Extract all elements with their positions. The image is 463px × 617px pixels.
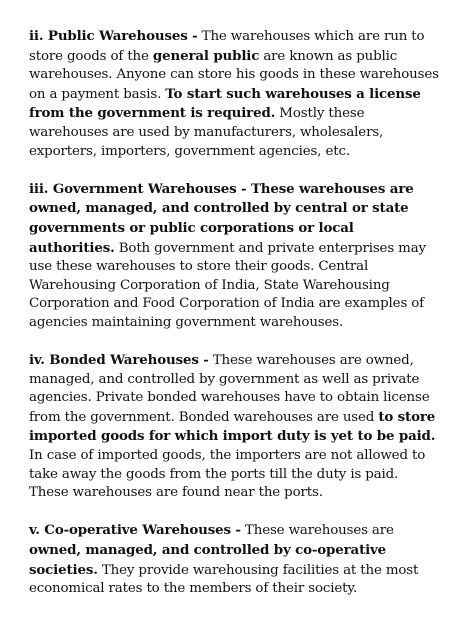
heading-cooperative-warehouses: v. Co-operative Warehouses - — [29, 522, 241, 539]
paragraph-bonded-warehouses: iv. Bonded Warehouses - These warehouses… — [29, 351, 439, 503]
bold-span: general public — [152, 47, 260, 64]
paragraph-government-warehouses: iii. Government Warehouses - These wareh… — [29, 180, 439, 333]
paragraph-cooperative-warehouses: v. Co-operative Warehouses - These wareh… — [29, 521, 439, 598]
heading-public-warehouses: ii. Public Warehouses - — [29, 28, 198, 44]
paragraph-public-warehouses: ii. Public Warehouses - The warehouses w… — [29, 27, 439, 161]
text-span: These warehouses are — [240, 523, 394, 539]
heading-bonded-warehouses: iv. Bonded Warehouses - — [29, 352, 209, 369]
document-body: ii. Public Warehouses - The warehouses w… — [29, 27, 439, 617]
text-span: In case of imported goods, the importers… — [29, 448, 426, 501]
